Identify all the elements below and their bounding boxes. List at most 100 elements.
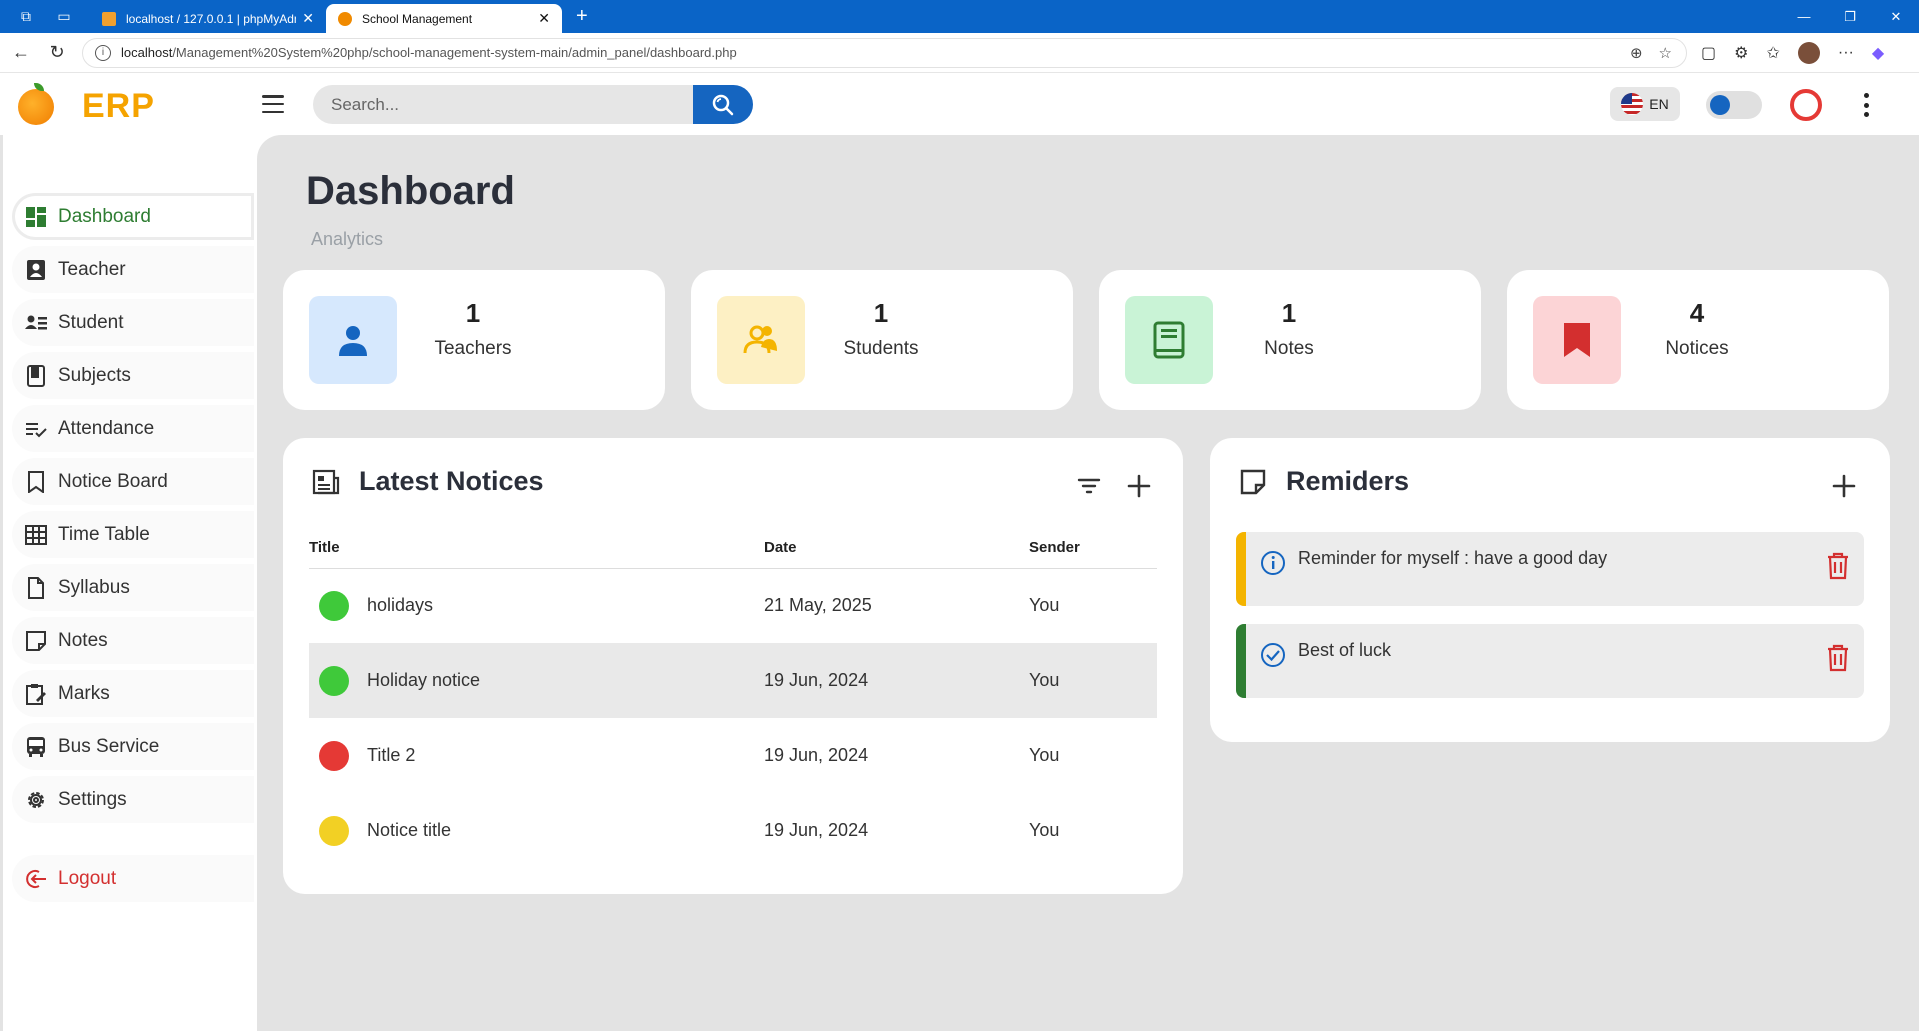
split-screen-icon[interactable]: ▢	[1701, 43, 1716, 63]
back-arrow-icon[interactable]: ←	[6, 38, 36, 68]
logout-button[interactable]: Logout	[12, 855, 254, 902]
stat-value: 1	[465, 298, 481, 328]
status-dot	[319, 740, 349, 771]
sidebar-item-teacher[interactable]: Teacher	[12, 246, 254, 293]
table-row[interactable]: Holiday notice 19 Jun, 2024 You	[309, 643, 1157, 718]
logo[interactable]: ERP	[18, 82, 155, 126]
extensions-icon[interactable]: ⚙	[1734, 43, 1748, 63]
language-selector[interactable]: EN	[1610, 87, 1680, 121]
copilot-icon[interactable]: ◆	[1872, 43, 1884, 63]
column-header-title[interactable]: Title	[309, 528, 764, 569]
notice-sender: You	[1029, 745, 1060, 765]
column-header-date[interactable]: Date	[764, 528, 1029, 569]
table-row[interactable]: Title 2 19 Jun, 2024 You	[309, 718, 1157, 793]
browser-tab-phpmyadmin[interactable]: localhost / 127.0.0.1 | phpMyAdm ✕	[90, 4, 326, 33]
check-circle-icon	[1261, 643, 1285, 667]
gear-icon	[24, 788, 48, 812]
clipboard-icon	[24, 682, 48, 706]
table-header-row: Title Date Sender	[309, 528, 1157, 569]
trash-icon[interactable]	[1826, 644, 1850, 672]
browser-tab-school-management[interactable]: School Management ✕	[326, 4, 562, 33]
profile-avatar[interactable]	[1797, 41, 1820, 64]
panel-title: Latest Notices	[359, 466, 544, 496]
sidebar-item-time-table[interactable]: Time Table	[12, 511, 254, 558]
reminder-text: Best of luck	[1298, 640, 1392, 660]
refresh-icon[interactable]: ↻	[42, 38, 72, 68]
page-title: Dashboard	[306, 169, 515, 213]
sidebar-item-subjects[interactable]: Subjects	[12, 352, 254, 399]
favorites-icon[interactable]: ✩	[1766, 43, 1779, 63]
reminder-item[interactable]: Best of luck	[1236, 624, 1864, 698]
sidebar-item-attendance[interactable]: Attendance	[12, 405, 254, 452]
trash-icon[interactable]	[1826, 552, 1850, 580]
url-field[interactable]: i localhost/Management%20System%20php/sc…	[82, 37, 1687, 68]
stat-label: Notices	[1665, 338, 1729, 359]
person-icon	[339, 326, 367, 356]
restore-icon[interactable]: ❐	[1827, 0, 1873, 33]
table-row[interactable]: holidays 21 May, 2025 You	[309, 568, 1157, 643]
url-host: localhost	[121, 45, 173, 60]
tab-actions-icon[interactable]: ▭	[52, 5, 76, 29]
notice-sender: You	[1029, 820, 1060, 840]
menu-toggle-icon[interactable]	[262, 95, 284, 113]
notice-title: Holiday notice	[367, 669, 481, 690]
sidebar-item-label: Student	[58, 311, 124, 333]
stat-icon-box	[717, 296, 805, 384]
reminder-item[interactable]: Reminder for myself : have a good day	[1236, 532, 1864, 606]
more-options-icon[interactable]	[1864, 93, 1870, 117]
dashboard-icon	[24, 205, 48, 229]
sidebar-item-marks[interactable]: Marks	[12, 670, 254, 717]
tab-title: School Management	[362, 11, 473, 26]
close-window-icon[interactable]: ✕	[1873, 0, 1919, 33]
sidebar-item-settings[interactable]: Settings	[12, 776, 254, 823]
notice-title: holidays	[367, 594, 434, 615]
sidebar-item-student[interactable]: Student	[12, 299, 254, 346]
browser-toolbar: ▢ ⚙ ✩ ··· ◆	[1701, 41, 1884, 64]
sidebar-nav: Dashboard Teacher Student Subjects Atten…	[12, 193, 254, 908]
sidebar-item-notice-board[interactable]: Notice Board	[12, 458, 254, 505]
stat-card-teachers[interactable]: 1 Teachers	[283, 270, 665, 410]
power-ring-icon[interactable]	[1790, 89, 1822, 121]
add-notice-button[interactable]	[1125, 472, 1153, 500]
table-icon	[24, 523, 48, 547]
stat-label: Teachers	[434, 338, 512, 359]
filter-icon[interactable]	[1077, 476, 1101, 496]
notice-date: 21 May, 2025	[764, 595, 872, 616]
stat-icon-box	[1125, 296, 1213, 384]
status-dot	[319, 665, 349, 696]
stat-card-students[interactable]: 1 Students	[691, 270, 1073, 410]
more-menu-icon[interactable]: ···	[1838, 44, 1854, 62]
logout-label: Logout	[58, 867, 117, 889]
add-reminder-button[interactable]	[1830, 472, 1858, 500]
sidebar-item-notes[interactable]: Notes	[12, 617, 254, 664]
search-button[interactable]	[693, 85, 753, 124]
sidebar-item-syllabus[interactable]: Syllabus	[12, 564, 254, 611]
close-tab-icon[interactable]: ✕	[538, 10, 550, 27]
panel-header: Remiders	[1238, 466, 1409, 497]
theme-toggle[interactable]	[1706, 91, 1762, 119]
workspaces-icon[interactable]: ⧉	[14, 5, 38, 29]
stat-card-notes[interactable]: 1 Notes	[1099, 270, 1481, 410]
minimize-icon[interactable]: —	[1781, 0, 1827, 33]
plus-icon	[1832, 474, 1856, 498]
close-tab-icon[interactable]: ✕	[302, 10, 314, 27]
sidebar-item-dashboard[interactable]: Dashboard	[12, 193, 254, 240]
sidebar-item-label: Subjects	[58, 364, 131, 386]
column-header-sender[interactable]: Sender	[1029, 528, 1157, 569]
new-tab-icon[interactable]: +	[576, 5, 588, 28]
search-bar	[313, 85, 753, 124]
app-root: ERP EN Dashboard Teacher Student	[0, 73, 1919, 1031]
sidebar-item-bus-service[interactable]: Bus Service	[12, 723, 254, 770]
site-info-icon[interactable]: i	[95, 44, 111, 61]
app-header: ERP EN	[0, 73, 1919, 135]
us-flag-icon	[1621, 93, 1644, 115]
search-input[interactable]	[313, 85, 693, 124]
reminder-color-bar	[1236, 624, 1246, 698]
table-row[interactable]: Notice title 19 Jun, 2024 You	[309, 793, 1157, 868]
sidebar-item-label: Notice Board	[58, 470, 168, 492]
stat-card-notices[interactable]: 4 Notices	[1507, 270, 1889, 410]
zoom-icon[interactable]: ⊕	[1630, 44, 1643, 62]
logo-text: ERP	[82, 87, 155, 125]
tab-title: localhost / 127.0.0.1 | phpMyAdm	[126, 11, 297, 26]
favorite-star-icon[interactable]: ☆	[1659, 44, 1672, 62]
